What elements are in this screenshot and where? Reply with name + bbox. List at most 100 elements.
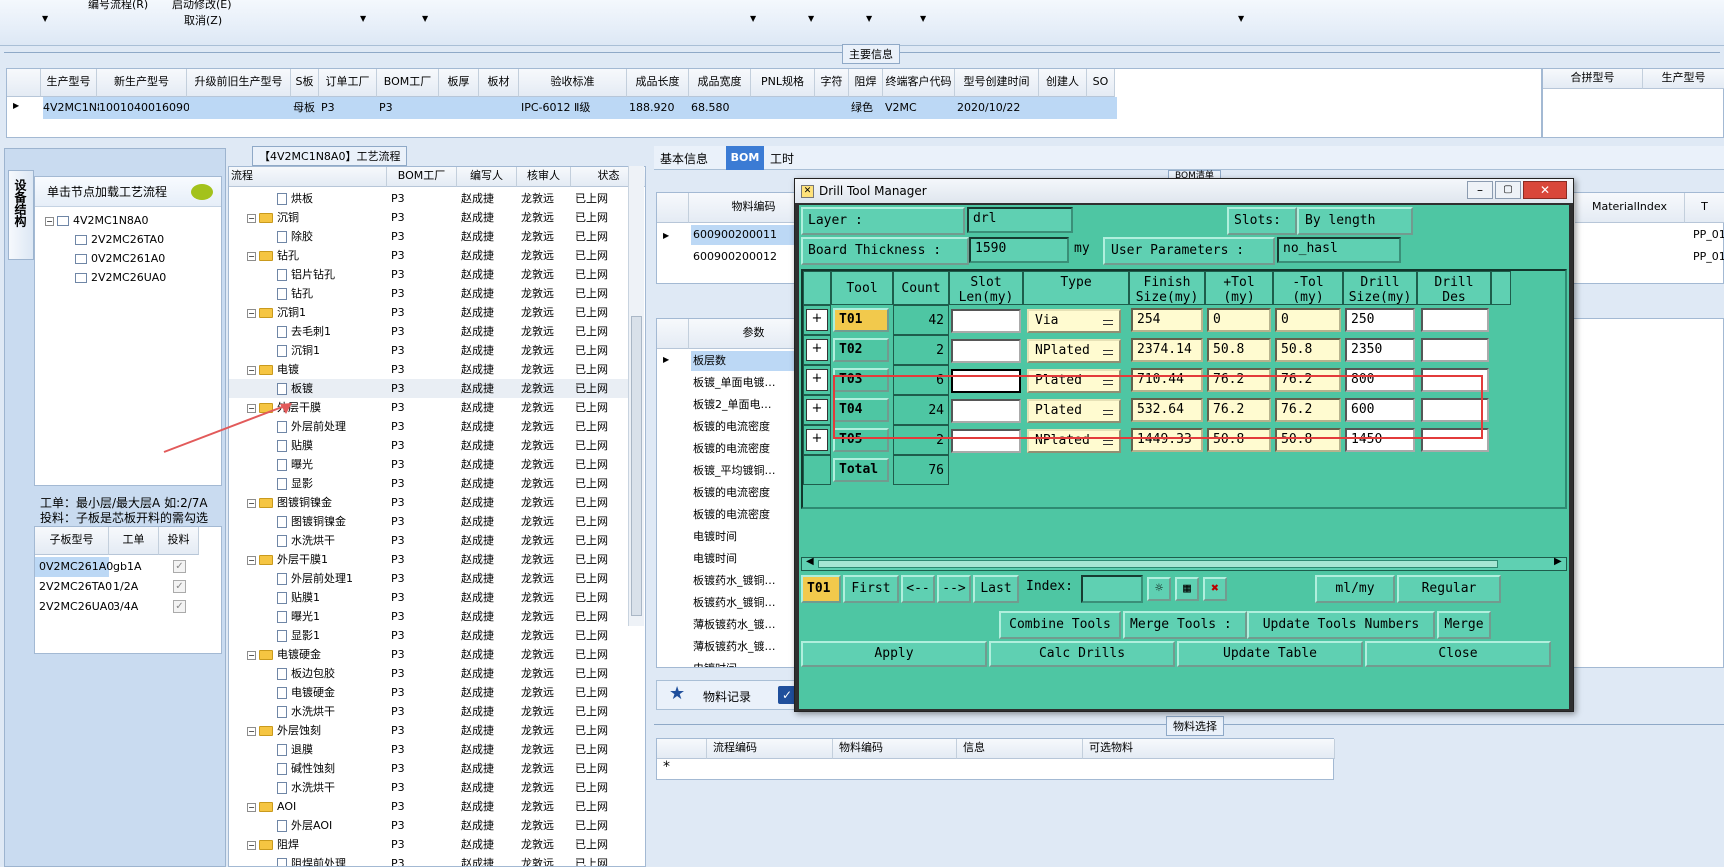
- table-row[interactable]: 600900200012: [693, 247, 777, 267]
- flow-step[interactable]: − 图镀铜镍金: [247, 493, 332, 512]
- flow-step[interactable]: 水洗烘干: [277, 531, 335, 550]
- tab-device-structure[interactable]: 设备结构: [8, 170, 34, 260]
- menu-number-flow[interactable]: 编号流程(R): [88, 0, 148, 12]
- flow-step[interactable]: 外层前处理1: [277, 569, 353, 588]
- update-tools-numbers-dropdown[interactable]: Update Tools Numbers: [1247, 611, 1435, 639]
- flow-step[interactable]: 显影: [277, 474, 313, 493]
- last-button[interactable]: Last: [973, 575, 1019, 603]
- type-dropdown[interactable]: NPlated: [1027, 339, 1121, 363]
- menu-cancel[interactable]: 取消(Z): [184, 12, 222, 28]
- tree-node[interactable]: 2V2MC26UA0: [75, 268, 166, 287]
- user-parameters-button[interactable]: User Parameters :: [1103, 237, 1275, 265]
- flow-step[interactable]: − 沉铜1: [247, 303, 306, 322]
- tree-node[interactable]: 2V2MC26TA0: [75, 230, 164, 249]
- tool-id-cell[interactable]: T01: [833, 308, 889, 332]
- flow-step[interactable]: − 外层蚀刻: [247, 721, 321, 740]
- flow-step[interactable]: − 阻焊: [247, 835, 299, 854]
- flow-step[interactable]: − 外层干膜1: [247, 550, 328, 569]
- calc-drills-button[interactable]: Calc Drills: [989, 641, 1175, 667]
- next-button[interactable]: -->: [937, 575, 971, 603]
- slot-len-input[interactable]: [951, 339, 1021, 363]
- type-dropdown[interactable]: Via: [1027, 309, 1121, 333]
- chevron-down-icon[interactable]: ▼: [920, 14, 926, 23]
- collapse-icon[interactable]: −: [247, 726, 256, 736]
- scroll-right-icon[interactable]: ▶: [1554, 556, 1562, 567]
- flow-step[interactable]: 水洗烘干: [277, 778, 335, 797]
- finish-size-input[interactable]: 2374.14: [1131, 338, 1203, 362]
- maximize-icon[interactable]: ▢: [1495, 181, 1521, 199]
- board-thickness-input[interactable]: 1590: [969, 237, 1069, 263]
- drill-size-input[interactable]: 250: [1345, 308, 1415, 332]
- flow-scrollbar[interactable]: [628, 166, 644, 626]
- table-icon[interactable]: ▦: [1175, 577, 1199, 601]
- drill-des-input[interactable]: [1421, 338, 1489, 362]
- tool-id-cell[interactable]: T02: [833, 338, 889, 362]
- chevron-down-icon[interactable]: ▼: [1238, 14, 1244, 23]
- expand-tool-icon[interactable]: +: [806, 429, 828, 451]
- minimize-icon[interactable]: –: [1467, 181, 1493, 199]
- minus-tol-input[interactable]: 0: [1275, 308, 1341, 332]
- collapse-icon[interactable]: −: [247, 308, 256, 318]
- collapse-icon[interactable]: −: [247, 213, 256, 223]
- tab-basic-info[interactable]: 基本信息: [660, 150, 708, 167]
- tree-node-root[interactable]: − 4V2MC1N8A0: [45, 211, 148, 230]
- collapse-icon[interactable]: −: [247, 802, 256, 812]
- flow-step[interactable]: 电镀硬金: [277, 683, 335, 702]
- table-hscrollbar[interactable]: ◀ ▶: [801, 556, 1567, 571]
- menu-start-modify[interactable]: 启动修改(E): [172, 0, 232, 12]
- units-dropdown[interactable]: ml/my: [1315, 575, 1395, 603]
- user-parameters-input[interactable]: no_hasl: [1277, 237, 1401, 263]
- chevron-down-icon[interactable]: ▼: [750, 14, 756, 23]
- prev-button[interactable]: <--: [901, 575, 935, 603]
- index-input[interactable]: [1081, 575, 1143, 603]
- chat-bubble-icon[interactable]: [191, 184, 213, 200]
- delete-icon[interactable]: ✖: [1203, 577, 1227, 601]
- flow-step[interactable]: 贴膜1: [277, 588, 320, 607]
- finish-size-input[interactable]: 254: [1131, 308, 1203, 332]
- plus-tol-input[interactable]: 0: [1207, 308, 1271, 332]
- chevron-down-icon[interactable]: ▼: [42, 14, 48, 23]
- expand-tool-icon[interactable]: +: [806, 369, 828, 391]
- flow-step[interactable]: 铝片钻孔: [277, 265, 335, 284]
- collapse-icon[interactable]: −: [247, 650, 256, 660]
- scroll-left-icon[interactable]: ◀: [806, 556, 814, 567]
- flow-step[interactable]: 沉铜1: [277, 341, 320, 360]
- flow-step[interactable]: 钻孔: [277, 284, 313, 303]
- mode-dropdown[interactable]: Regular: [1397, 575, 1501, 603]
- tab-bom[interactable]: BOM: [726, 146, 764, 170]
- apply-button[interactable]: Apply: [801, 641, 987, 667]
- collapse-icon[interactable]: −: [247, 498, 256, 508]
- collapse-icon[interactable]: −: [45, 216, 54, 226]
- drill-des-input[interactable]: [1421, 308, 1489, 332]
- expand-tool-icon[interactable]: +: [806, 309, 828, 331]
- expand-tool-icon[interactable]: +: [806, 399, 828, 421]
- chevron-down-icon[interactable]: ▼: [808, 14, 814, 23]
- close-button[interactable]: Close: [1365, 641, 1551, 667]
- merge-button[interactable]: Merge: [1437, 611, 1491, 639]
- flow-step[interactable]: 板镀: [277, 379, 313, 398]
- flow-step[interactable]: − 电镀硬金: [247, 645, 321, 664]
- flow-step[interactable]: 图镀铜镍金: [277, 512, 346, 531]
- first-button[interactable]: First: [843, 575, 899, 603]
- scroll-thumb[interactable]: [818, 560, 1498, 568]
- flow-step[interactable]: − 钻孔: [247, 246, 299, 265]
- plus-tol-input[interactable]: 50.8: [1207, 338, 1271, 362]
- slots-dropdown[interactable]: By length: [1297, 207, 1413, 235]
- flow-step[interactable]: 除胶: [277, 227, 313, 246]
- collapse-icon[interactable]: −: [247, 365, 256, 375]
- flow-step[interactable]: 曝光1: [277, 607, 320, 626]
- feed-checkbox[interactable]: ✓: [173, 560, 186, 573]
- feed-checkbox[interactable]: ✓: [173, 580, 186, 593]
- slot-len-input[interactable]: [951, 309, 1021, 333]
- chevron-down-icon[interactable]: ▼: [866, 14, 872, 23]
- layer-input[interactable]: drl: [967, 207, 1073, 233]
- combine-tools-button[interactable]: Combine Tools: [999, 611, 1121, 639]
- feed-checkbox[interactable]: ✓: [173, 600, 186, 613]
- expand-tool-icon[interactable]: +: [806, 339, 828, 361]
- flow-step[interactable]: − AOI: [247, 797, 296, 816]
- table-row[interactable]: 0V2MC261A0: [35, 557, 113, 577]
- flow-step[interactable]: 外层AOI: [277, 816, 332, 835]
- flow-step[interactable]: 烘板: [277, 189, 313, 208]
- flow-step[interactable]: 板边包胶: [277, 664, 335, 683]
- flow-step[interactable]: 退膜: [277, 740, 313, 759]
